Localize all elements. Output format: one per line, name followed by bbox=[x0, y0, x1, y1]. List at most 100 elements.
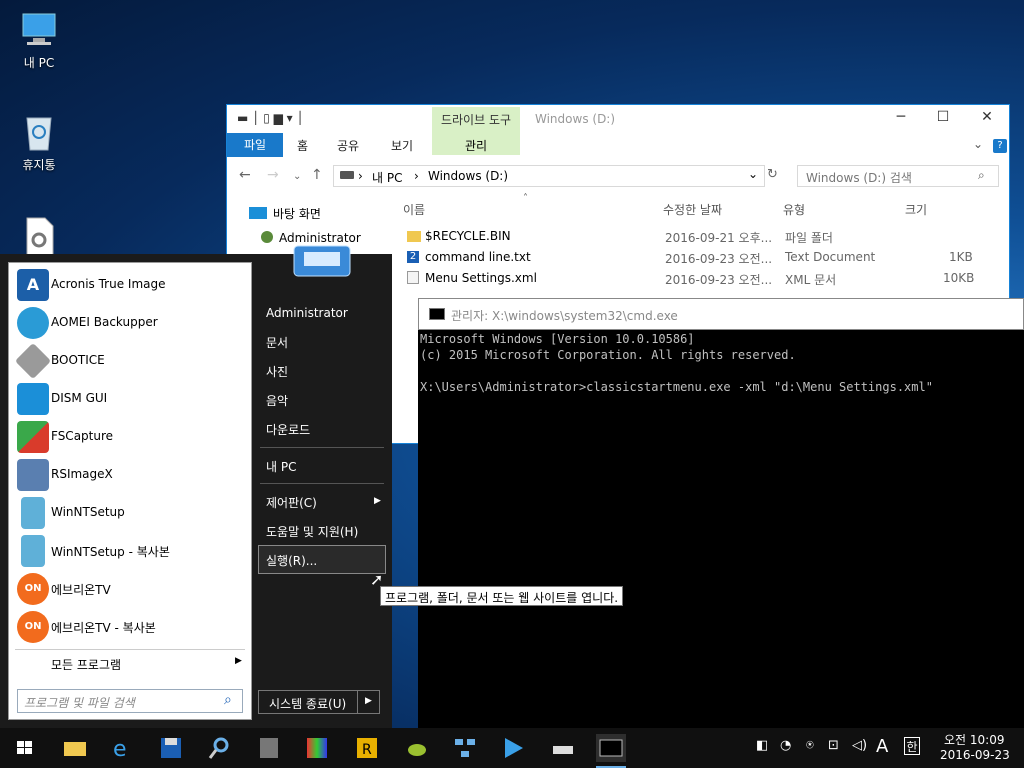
back-icon[interactable]: ← bbox=[239, 167, 251, 183]
tray-app-icon[interactable]: ◧ bbox=[756, 738, 768, 753]
program-item[interactable]: A Acronis True Image bbox=[13, 267, 247, 303]
aomei-icon bbox=[17, 307, 49, 339]
network-icon[interactable]: ⊡ bbox=[828, 738, 839, 753]
recent-chevron-icon[interactable]: ⌄ bbox=[293, 171, 301, 182]
program-item[interactable]: BOOTICE bbox=[13, 342, 247, 380]
language-indicator[interactable]: 한 bbox=[904, 737, 920, 755]
ime-mode[interactable]: A bbox=[876, 736, 888, 757]
file-explorer-icon[interactable] bbox=[60, 734, 90, 762]
help-icon[interactable]: ? bbox=[993, 139, 1007, 153]
quick-access-toolbar-icon[interactable]: ▬ │ ▯ ▆ ▾ │ bbox=[237, 111, 304, 125]
color-palette-icon[interactable] bbox=[302, 734, 332, 762]
chevron-right-icon: ▶ bbox=[235, 656, 242, 666]
start-item-documents[interactable]: 문서 bbox=[266, 334, 288, 351]
column-size[interactable]: 크기 bbox=[905, 201, 927, 218]
program-item[interactable]: RSImageX bbox=[13, 457, 247, 493]
media-player-icon[interactable] bbox=[498, 734, 528, 762]
divider bbox=[260, 483, 384, 484]
tray-app-icon[interactable]: ◔ bbox=[780, 738, 791, 753]
cmd-output-line: (c) 2015 Microsoft Corporation. All righ… bbox=[420, 348, 796, 362]
internet-explorer-icon[interactable]: e bbox=[108, 734, 138, 762]
program-item[interactable]: WinNTSetup - 복사본 bbox=[13, 533, 247, 569]
program-item[interactable]: DISM GUI bbox=[13, 381, 247, 417]
column-name[interactable]: 이름 bbox=[403, 201, 425, 218]
file-type: 파일 폴더 bbox=[785, 231, 833, 245]
up-icon[interactable]: ↑ bbox=[311, 167, 323, 183]
start-item-my-pc[interactable]: 내 PC bbox=[266, 458, 296, 475]
cmd-taskbar-icon[interactable] bbox=[596, 734, 626, 762]
tab-share[interactable]: 공유 bbox=[337, 137, 359, 154]
start-item-pictures[interactable]: 사진 bbox=[266, 363, 288, 380]
start-item-run[interactable]: 실행(R)... bbox=[266, 552, 317, 569]
start-item-administrator[interactable]: Administrator bbox=[266, 306, 348, 320]
desktop-icon-label: 휴지통 bbox=[22, 158, 56, 172]
clock-time[interactable]: 오전 10:09 bbox=[944, 731, 1004, 748]
drive-tool-icon[interactable] bbox=[548, 734, 578, 762]
search-icon[interactable]: ⌕ bbox=[978, 168, 985, 183]
shutdown-button[interactable]: 시스템 종료(U) ▶ bbox=[258, 690, 380, 714]
breadcrumb-my-pc[interactable]: 내 PC bbox=[372, 169, 402, 186]
volume-icon[interactable]: ◁) bbox=[852, 738, 867, 753]
forward-icon[interactable]: → bbox=[267, 167, 279, 183]
file-size: 1KB bbox=[949, 250, 973, 264]
all-programs-button[interactable]: 모든 프로그램 bbox=[51, 656, 121, 673]
olive-app-icon[interactable] bbox=[402, 734, 432, 762]
recycle-bin-icon bbox=[19, 112, 59, 152]
program-label: RSImageX bbox=[51, 467, 113, 481]
start-item-help[interactable]: 도움말 및 지원(H) bbox=[266, 523, 358, 540]
tab-view[interactable]: 보기 bbox=[391, 137, 413, 154]
file-row[interactable]: $RECYCLE.BIN 2016-09-21 오후... 파일 폴더 bbox=[397, 227, 997, 247]
windows-start-icon[interactable] bbox=[10, 734, 40, 762]
magnifier-tool-icon[interactable] bbox=[204, 734, 234, 762]
search-input[interactable]: Windows (D:) 검색 ⌕ bbox=[797, 165, 999, 187]
program-item[interactable]: AOMEI Backupper bbox=[13, 305, 247, 341]
file-row[interactable]: 2 command line.txt 2016-09-23 오전... Text… bbox=[397, 248, 997, 268]
minimize-icon[interactable]: ─ bbox=[883, 109, 919, 129]
maximize-icon[interactable]: ☐ bbox=[925, 109, 961, 129]
computer-icon bbox=[19, 10, 59, 50]
address-dropdown-icon[interactable]: ⌄ bbox=[748, 167, 758, 181]
start-item-downloads[interactable]: 다운로드 bbox=[266, 421, 310, 438]
program-search-input[interactable]: 프로그램 및 파일 검색 ⌕ bbox=[17, 689, 243, 713]
program-label: Acronis True Image bbox=[51, 277, 166, 291]
usb-icon[interactable]: ⍟ bbox=[806, 738, 814, 753]
breadcrumb-sep: › bbox=[414, 169, 419, 183]
start-item-music[interactable]: 음악 bbox=[266, 392, 288, 409]
search-icon[interactable]: ⌕ bbox=[224, 692, 232, 708]
tab-home[interactable]: 홈 bbox=[297, 137, 308, 154]
desktop-folder-icon bbox=[249, 207, 267, 219]
column-date[interactable]: 수정한 날짜 bbox=[663, 201, 722, 218]
desktop-icon-recycle-bin[interactable]: 휴지통 bbox=[10, 112, 68, 173]
network-app-icon[interactable] bbox=[450, 734, 480, 762]
breadcrumb-drive[interactable]: Windows (D:) bbox=[428, 169, 508, 183]
program-item[interactable]: WinNTSetup bbox=[13, 495, 247, 531]
shutdown-options-icon[interactable]: ▶ bbox=[365, 696, 372, 706]
everyon-tv-icon: ON bbox=[17, 611, 49, 643]
transformer-app-icon[interactable] bbox=[254, 734, 284, 762]
program-item[interactable]: FSCapture bbox=[13, 419, 247, 455]
chevron-down-icon[interactable]: ⌄ bbox=[973, 137, 983, 151]
program-label: BOOTICE bbox=[51, 353, 105, 367]
everyon-tv-icon: ON bbox=[17, 573, 49, 605]
sort-arrow-icon: ˄ bbox=[523, 193, 528, 204]
refresh-icon[interactable]: ↻ bbox=[767, 167, 778, 182]
save-disk-icon[interactable] bbox=[156, 734, 186, 762]
cmd-titlebar[interactable]: 관리자: X:\windows\system32\cmd.exe bbox=[418, 298, 1024, 330]
close-icon[interactable]: ✕ bbox=[969, 109, 1005, 129]
file-row[interactable]: Menu Settings.xml 2016-09-23 오전... XML 문… bbox=[397, 269, 997, 289]
user-picture-icon bbox=[290, 240, 354, 280]
program-item[interactable]: ON 에브리온TV bbox=[13, 571, 247, 607]
explorer-titlebar[interactable]: ▬ │ ▯ ▆ ▾ │ 드라이브 도구 관리 Windows (D:) ─ ☐ … bbox=[227, 105, 1009, 155]
address-bar[interactable]: › 내 PC › Windows (D:) ⌄ bbox=[333, 165, 765, 187]
nav-item-desktop[interactable]: 바탕 화면 bbox=[273, 205, 321, 222]
desktop-icon-my-pc[interactable]: 내 PC bbox=[10, 10, 68, 71]
program-item[interactable]: ON 에브리온TV - 복사본 bbox=[13, 609, 247, 645]
cmd-icon bbox=[429, 308, 445, 320]
cmd-window[interactable]: 관리자: X:\windows\system32\cmd.exe Microso… bbox=[418, 298, 1024, 728]
start-item-control-panel[interactable]: 제어판(C) bbox=[266, 494, 317, 511]
clock-date[interactable]: 2016-09-23 bbox=[940, 748, 1010, 762]
search-placeholder: Windows (D:) 검색 bbox=[806, 171, 912, 185]
r-app-icon[interactable]: R bbox=[352, 734, 382, 762]
column-type[interactable]: 유형 bbox=[783, 201, 805, 218]
taskbar: e R ◧ ◔ ⍟ ⊡ ◁) A 한 오전 10:09 2016-09-23 bbox=[0, 728, 1024, 768]
